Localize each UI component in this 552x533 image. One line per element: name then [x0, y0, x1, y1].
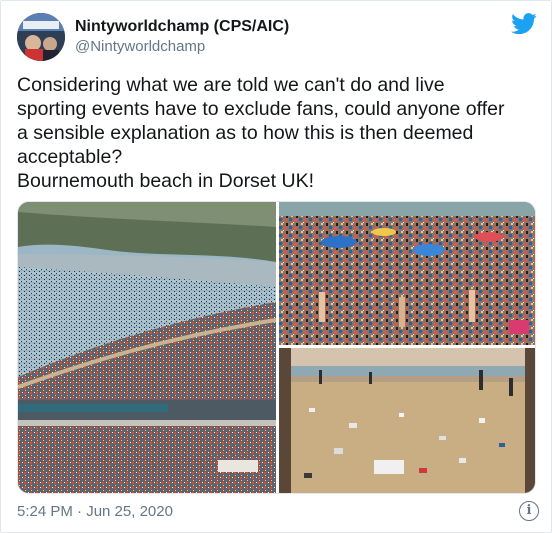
- littered-beach-photo[interactable]: [279, 348, 535, 493]
- crowded-beach-closeup-photo[interactable]: [279, 202, 535, 345]
- tweet-footer: 5:24 PM · Jun 25, 2020 i: [17, 501, 539, 523]
- avatar[interactable]: [17, 13, 65, 61]
- info-icon[interactable]: i: [519, 501, 539, 521]
- tweet-card: Nintyworldchamp (CPS/AIC) @Nintyworldcha…: [0, 0, 552, 533]
- timestamp[interactable]: 5:24 PM · Jun 25, 2020: [17, 503, 173, 520]
- author-handle[interactable]: @Nintyworldchamp: [75, 38, 205, 55]
- tweet-text-line: Considering what we are told we can't do…: [17, 74, 445, 96]
- tweet-text-line: sporting events have to exclude fans, co…: [17, 98, 505, 120]
- author-name[interactable]: Nintyworldchamp (CPS/AIC): [75, 18, 289, 36]
- tweet-text-line: a sensible explanation as to how this is…: [17, 122, 474, 144]
- tweet-text-line: acceptable?: [17, 146, 123, 168]
- tweet-header: Nintyworldchamp (CPS/AIC) @Nintyworldcha…: [17, 13, 537, 63]
- twitter-bird-icon[interactable]: [511, 13, 537, 35]
- tweet-text-line: Bournemouth beach in Dorset UK!: [17, 170, 314, 192]
- crowded-beach-aerial-photo[interactable]: [18, 202, 276, 493]
- tweet-text: Considering what we are told we can't do…: [17, 73, 541, 193]
- media-grid: [17, 201, 536, 494]
